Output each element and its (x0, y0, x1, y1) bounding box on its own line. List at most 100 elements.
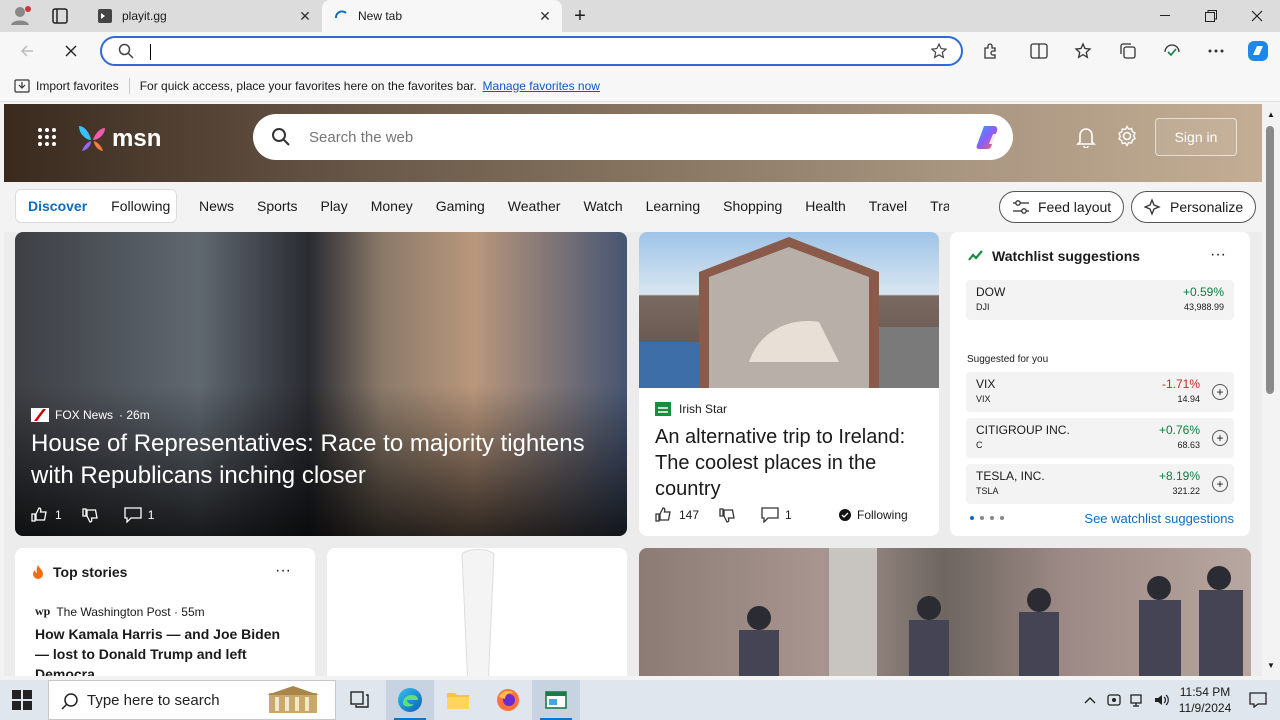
collections-icon[interactable] (1113, 36, 1143, 66)
profile-icon[interactable] (10, 6, 32, 26)
tab-new-tab[interactable]: New tab ✕ (322, 0, 562, 32)
tab-close-icon[interactable]: ✕ (294, 5, 316, 27)
volume-icon[interactable] (1150, 693, 1174, 707)
carousel-dots[interactable] (970, 516, 1004, 520)
nav-sports[interactable]: Sports (257, 198, 297, 214)
hero-headline[interactable]: House of Representatives: Race to majori… (31, 428, 621, 492)
add-to-watchlist-button[interactable]: + (1212, 384, 1228, 400)
nav-health[interactable]: Health (805, 198, 845, 214)
photo-article-card[interactable] (639, 548, 1251, 676)
manage-favorites-link[interactable]: Manage favorites now (483, 79, 600, 93)
watchlist-more-button[interactable]: ··· (1210, 246, 1226, 264)
msn-search-input[interactable] (309, 128, 909, 146)
nav-weather[interactable]: Weather (508, 198, 561, 214)
loading-icon (334, 9, 348, 23)
stock-row-tesla[interactable]: TESLA, INC. TSLA +8.19% 321.22 + (966, 464, 1234, 504)
start-button[interactable] (12, 690, 32, 710)
ireland-source-name: Irish Star (679, 402, 728, 416)
nav-traffic[interactable]: Traf (930, 198, 949, 214)
personalize-button[interactable]: Personalize (1131, 191, 1257, 223)
add-to-watchlist-button[interactable]: + (1212, 430, 1228, 446)
tab-actions-icon[interactable] (52, 8, 68, 24)
following-badge[interactable]: Following (839, 508, 908, 522)
sign-in-button[interactable]: Sign in (1155, 118, 1237, 156)
taskbar-search[interactable]: Type here to search (48, 680, 336, 720)
new-tab-button[interactable]: + (568, 4, 592, 28)
close-button[interactable] (1234, 0, 1280, 32)
flame-icon (31, 564, 45, 580)
stock-name: DOW (976, 285, 1006, 299)
msn-search-box[interactable] (253, 114, 1013, 160)
scroll-up-icon[interactable]: ▲ (1267, 110, 1275, 119)
browser-toolbar (0, 32, 1280, 70)
split-screen-icon[interactable] (1024, 36, 1054, 66)
tab-close-icon[interactable]: ✕ (534, 5, 556, 27)
dislike-icon[interactable] (82, 506, 100, 524)
notifications-center-icon[interactable] (1236, 692, 1280, 708)
taskbar-app-window[interactable] (532, 680, 580, 720)
page-scrollbar[interactable]: ▲ ▼ (1262, 104, 1280, 676)
tab-following[interactable]: Following (99, 198, 182, 214)
nav-travel[interactable]: Travel (869, 198, 907, 214)
divider (128, 77, 130, 94)
import-favorites-button[interactable]: Import favorites (14, 79, 119, 93)
comment-icon[interactable] (124, 507, 142, 523)
scrollbar-thumb[interactable] (1266, 126, 1274, 394)
minimize-button[interactable] (1142, 0, 1188, 32)
stop-loading-button[interactable] (56, 36, 86, 66)
copilot-icon[interactable] (1243, 36, 1273, 66)
top-stories-more-button[interactable]: ··· (275, 562, 291, 580)
hero-article-card[interactable]: FOX News · 26m House of Representatives:… (15, 232, 627, 536)
comment-icon[interactable] (761, 507, 779, 523)
like-icon[interactable] (655, 506, 673, 524)
nav-money[interactable]: Money (371, 198, 413, 214)
tab-playit[interactable]: playit.gg ✕ (86, 0, 322, 32)
back-button[interactable] (12, 36, 42, 66)
top-stories-title: Top stories (53, 564, 128, 580)
more-menu-icon[interactable] (1201, 36, 1231, 66)
nav-learning[interactable]: Learning (646, 198, 701, 214)
nav-play[interactable]: Play (320, 198, 347, 214)
app-launcher-icon[interactable] (38, 128, 56, 146)
msn-logo[interactable]: msn (76, 124, 161, 154)
like-icon[interactable] (31, 506, 49, 524)
dislike-icon[interactable] (719, 506, 737, 524)
settings-gear-icon[interactable] (1116, 125, 1138, 147)
restore-button[interactable] (1188, 0, 1234, 32)
taskbar-file-explorer[interactable] (434, 680, 482, 720)
story-headline[interactable]: How Kamala Harris — and Joe Biden — lost… (35, 624, 297, 676)
taskbar-edge[interactable] (386, 680, 434, 720)
browser-essentials-icon[interactable] (1157, 36, 1187, 66)
show-hidden-icons-icon[interactable] (1078, 696, 1102, 704)
nav-shopping[interactable]: Shopping (723, 198, 782, 214)
stock-row-citigroup[interactable]: CITIGROUP INC. C +0.76% 68.63 + (966, 418, 1234, 458)
category-nav: News Sports Play Money Gaming Weather Wa… (199, 198, 949, 214)
scroll-down-icon[interactable]: ▼ (1267, 661, 1275, 670)
stock-row-vix[interactable]: VIX VIX -1.71% 14.94 + (966, 372, 1234, 412)
network-icon[interactable] (1126, 693, 1150, 707)
feed-layout-label: Feed layout (1038, 199, 1112, 215)
tab-discover[interactable]: Discover (16, 198, 99, 214)
feed-layout-button[interactable]: Feed layout (999, 191, 1125, 223)
copilot-icon[interactable] (975, 122, 1005, 152)
favorites-icon[interactable] (1068, 36, 1098, 66)
address-bar[interactable] (100, 36, 963, 66)
stock-price: 43,988.99 (1183, 302, 1224, 312)
see-watchlist-link[interactable]: See watchlist suggestions (1084, 511, 1234, 526)
ireland-article-card[interactable]: Irish Star An alternative trip to Irelan… (639, 232, 939, 536)
meet-now-icon[interactable] (1102, 693, 1126, 707)
system-clock[interactable]: 11:54 PM 11/9/2024 (1174, 684, 1236, 716)
nav-news[interactable]: News (199, 198, 234, 214)
stock-row-dow[interactable]: DOW DJI +0.59% 43,988.99 (966, 280, 1234, 320)
address-input[interactable] (152, 42, 912, 62)
extensions-icon[interactable] (976, 36, 1006, 66)
task-view-button[interactable] (336, 680, 384, 720)
add-to-watchlist-button[interactable]: + (1212, 476, 1228, 492)
notifications-icon[interactable] (1076, 126, 1096, 148)
favorite-star-icon[interactable] (931, 43, 947, 59)
tab-title: New tab (358, 9, 403, 23)
nav-watch[interactable]: Watch (583, 198, 622, 214)
nav-gaming[interactable]: Gaming (436, 198, 485, 214)
taskbar-firefox[interactable] (484, 680, 532, 720)
ireland-headline[interactable]: An alternative trip to Ireland: The cool… (655, 424, 927, 502)
